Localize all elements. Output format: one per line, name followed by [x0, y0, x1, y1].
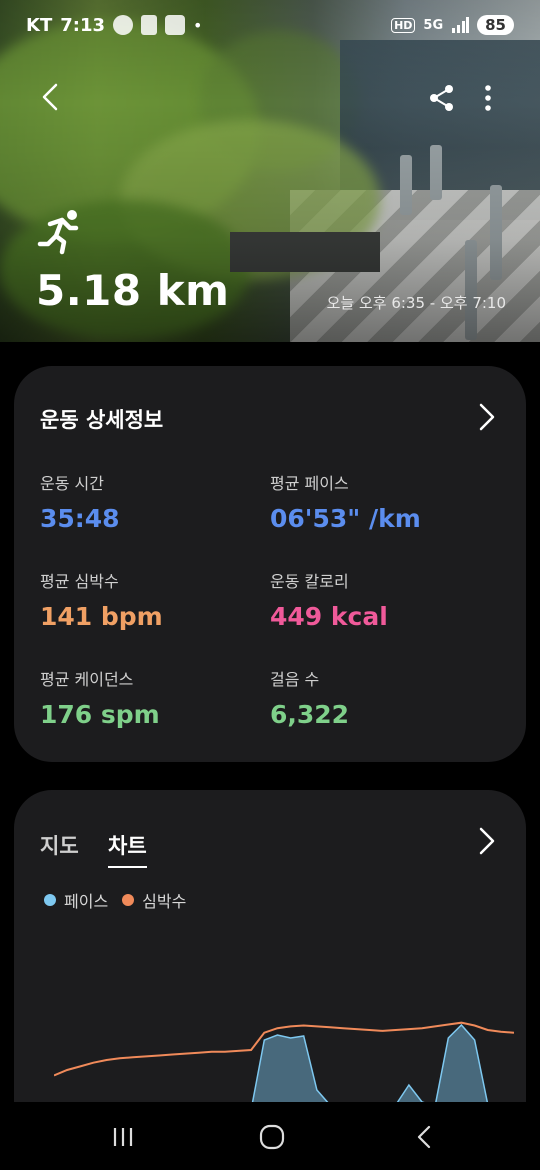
- workout-details-card[interactable]: 운동 상세정보 운동 시간 35:48 평균 페이스 06'53" /km 평균…: [14, 366, 526, 762]
- legend-item-pace: 페이스: [44, 888, 108, 912]
- network-type: 5G: [423, 17, 444, 33]
- hd-voice-icon: HD: [391, 17, 416, 33]
- stat-label: 운동 시간: [40, 474, 104, 493]
- stat-label: 평균 페이스: [270, 474, 349, 493]
- app-notification-icon: [113, 15, 134, 35]
- legend-item-heart-rate: 심박수: [122, 888, 186, 912]
- distance-value: 5.18 km: [36, 266, 230, 315]
- running-person-icon: [37, 210, 79, 255]
- tab-chart[interactable]: 차트: [108, 830, 147, 868]
- workout-time-range: 오늘 오후 6:35 - 오후 7:10: [326, 294, 506, 312]
- recents-icon[interactable]: [108, 1122, 138, 1152]
- pen-notification-icon: [141, 15, 158, 35]
- stat-value: 06'53" /km: [270, 504, 421, 533]
- stat-avg-pace: 평균 페이스 06'53" /km: [270, 470, 490, 533]
- stat-value: 6,322: [270, 700, 350, 729]
- stat-value: 141 bpm: [40, 602, 163, 631]
- chevron-right-icon[interactable]: [476, 826, 498, 856]
- more-notifications-icon: •: [193, 15, 203, 35]
- back-arrow-icon[interactable]: [36, 82, 66, 112]
- battery-indicator: 85: [477, 15, 514, 35]
- details-title: 운동 상세정보: [40, 408, 164, 432]
- legend-dot: [122, 894, 135, 906]
- stat-calories: 운동 칼로리 449 kcal: [270, 568, 490, 631]
- more-options-icon[interactable]: [478, 84, 498, 112]
- chevron-right-icon[interactable]: [476, 402, 498, 432]
- stat-value: 176 spm: [40, 700, 160, 729]
- legend-label: 페이스: [64, 892, 109, 911]
- home-icon[interactable]: [257, 1122, 287, 1152]
- legend-label: 심박수: [142, 892, 187, 911]
- stat-steps: 걸음 수 6,322: [270, 666, 490, 729]
- pace-series-area: [54, 1023, 514, 1110]
- stat-value: 449 kcal: [270, 602, 388, 631]
- status-bar: KT 7:13 • HD 5G 85: [0, 0, 540, 50]
- map-notification-icon: [165, 15, 186, 35]
- stat-duration: 운동 시간 35:48: [40, 470, 260, 533]
- stat-label: 걸음 수: [270, 670, 320, 689]
- carrier-label: KT: [26, 14, 53, 36]
- stat-value: 35:48: [40, 504, 120, 533]
- chart-legend: 페이스 심박수: [44, 888, 192, 912]
- stat-label: 운동 칼로리: [270, 572, 349, 591]
- legend-dot: [44, 894, 56, 906]
- system-nav-bar: [0, 1102, 540, 1170]
- stat-avg-cadence: 평균 케이던스 176 spm: [40, 666, 260, 729]
- stat-avg-heart-rate: 평균 심박수 141 bpm: [40, 568, 260, 631]
- signal-icon: [452, 17, 470, 33]
- tab-map[interactable]: 지도: [40, 830, 79, 860]
- stat-label: 평균 케이던스: [40, 670, 134, 689]
- pace-heart-rate-chart[interactable]: [54, 1010, 514, 1110]
- back-icon[interactable]: [410, 1122, 440, 1152]
- clock: 7:13: [60, 14, 106, 36]
- share-icon[interactable]: [428, 84, 456, 112]
- stat-label: 평균 심박수: [40, 572, 119, 591]
